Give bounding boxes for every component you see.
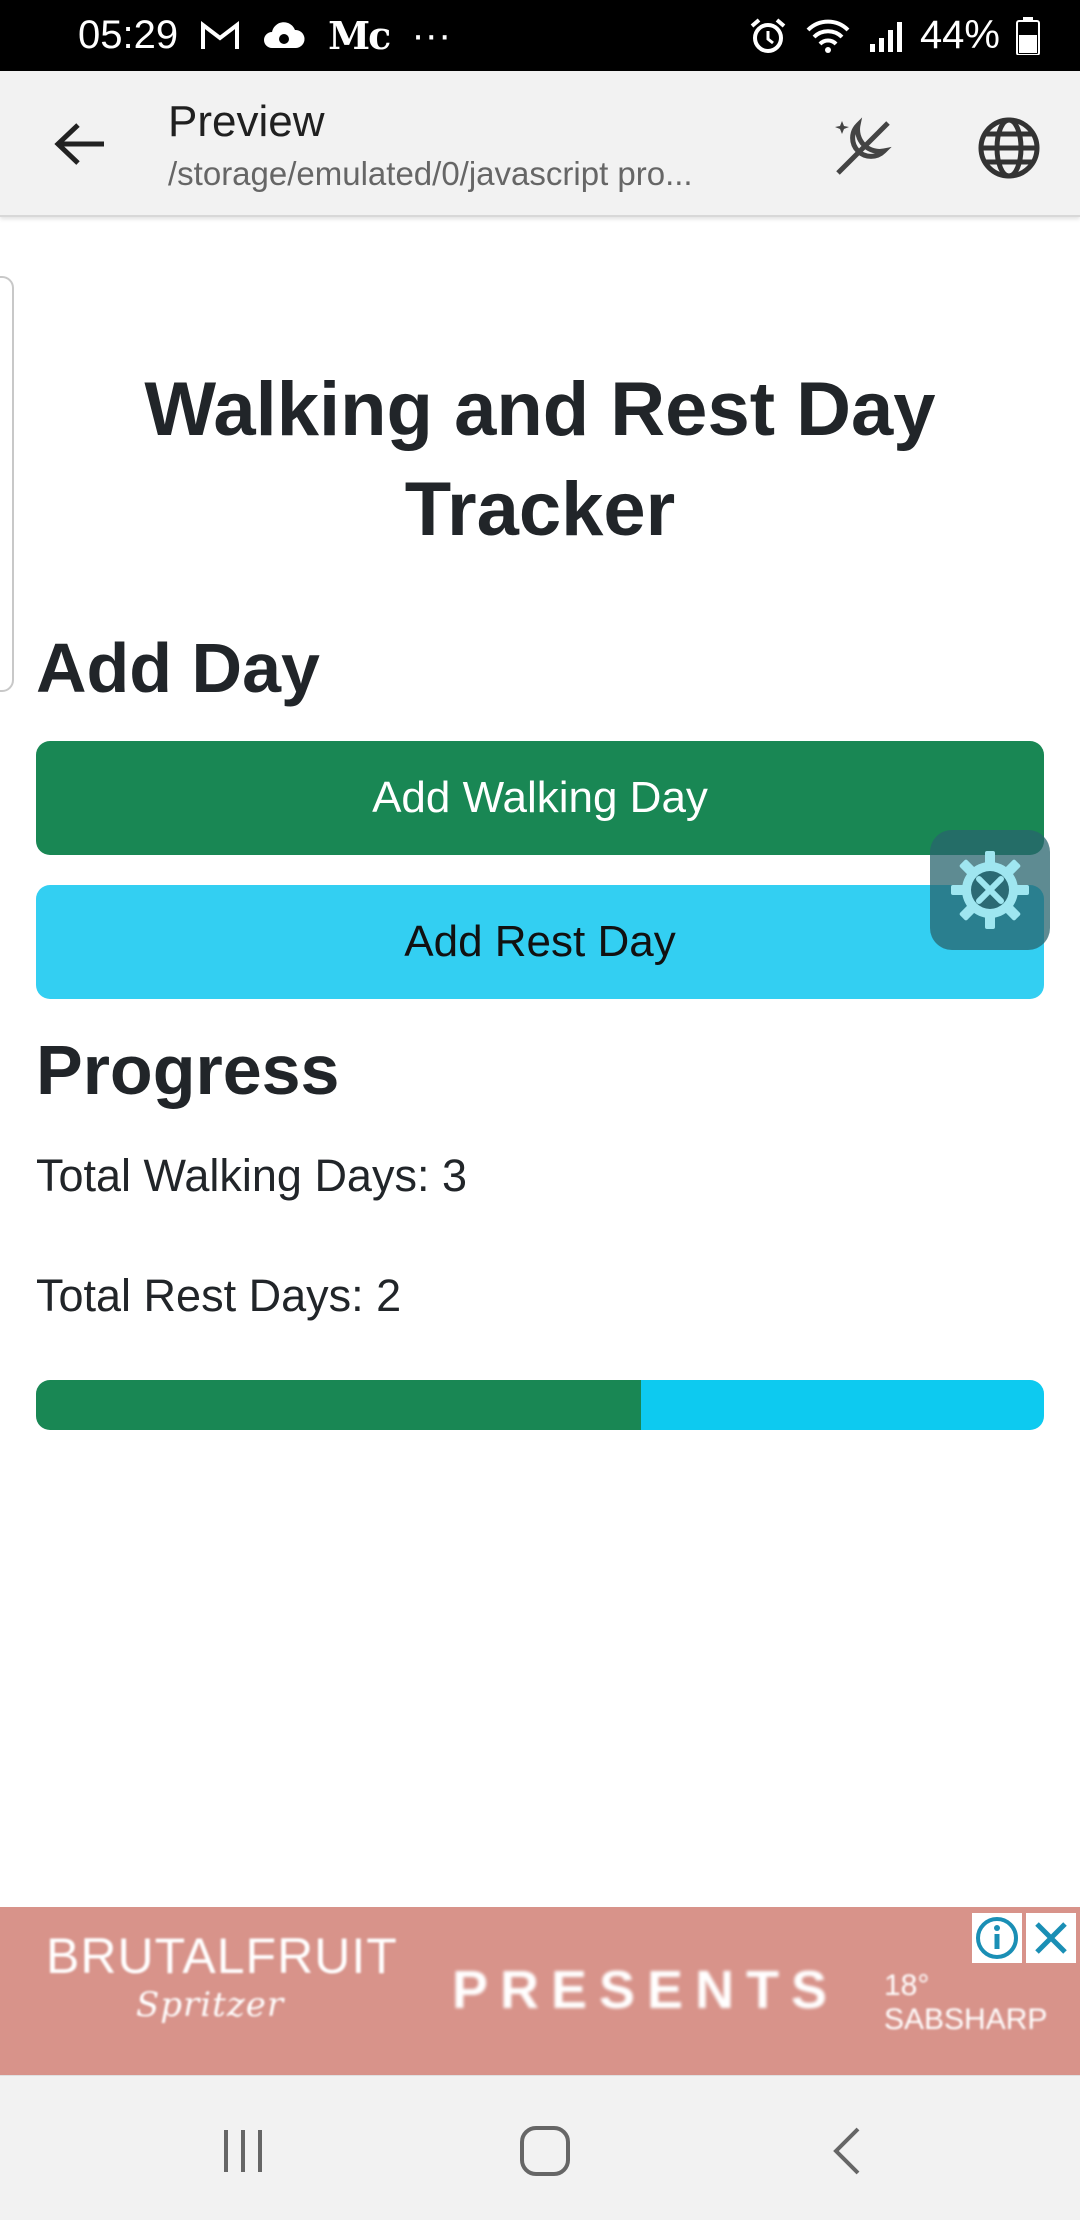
ad-close-button[interactable] bbox=[1026, 1913, 1076, 1963]
system-nav-bar bbox=[0, 2075, 1080, 2220]
ad-brand-logo: BRUTALFRUIT Spritzer bbox=[46, 1927, 398, 2025]
app-bar: Preview /storage/emulated/0/javascript p… bbox=[0, 71, 1080, 217]
back-button[interactable] bbox=[40, 111, 120, 177]
gmail-icon bbox=[200, 20, 240, 51]
add-day-heading: Add Day bbox=[36, 629, 320, 707]
alarm-icon bbox=[748, 16, 788, 56]
progress-rest-segment bbox=[640, 1380, 1044, 1430]
app-title: Preview bbox=[168, 97, 325, 146]
add-rest-day-button[interactable]: Add Rest Day bbox=[36, 885, 1044, 999]
recents-button[interactable] bbox=[198, 2106, 288, 2196]
ad-brand-text: BRUTALFRUIT bbox=[46, 1928, 398, 1984]
nav-back-button[interactable] bbox=[802, 2106, 892, 2196]
notification-app-label: Mc bbox=[328, 13, 391, 58]
progress-bar bbox=[36, 1380, 1044, 1430]
battery-icon bbox=[1016, 16, 1040, 55]
chevron-left-icon bbox=[833, 2127, 860, 2175]
ad-info-button[interactable] bbox=[972, 1913, 1022, 1963]
settings-tools-icon bbox=[951, 851, 1029, 929]
page-title: Walking and Rest Day Tracker bbox=[144, 367, 936, 552]
night-mode-icon bbox=[835, 117, 892, 175]
file-path: /storage/emulated/0/javascript pro... bbox=[168, 155, 693, 192]
total-rest-days: Total Rest Days: 2 bbox=[36, 1270, 402, 1321]
wifi-icon bbox=[804, 18, 852, 54]
progress-heading: Progress bbox=[36, 1031, 340, 1109]
arrow-left-icon bbox=[54, 123, 104, 165]
ad-sponsor-logo: 18° SABSHARP bbox=[884, 1969, 1048, 2036]
globe-icon bbox=[978, 117, 1040, 179]
cloud-sync-icon bbox=[262, 20, 306, 52]
floating-tools-button[interactable] bbox=[930, 830, 1050, 950]
ad-brand-subtext: Spritzer bbox=[136, 1985, 285, 2025]
signal-icon bbox=[868, 18, 904, 54]
progress-walking-segment bbox=[36, 1380, 641, 1430]
recents-icon bbox=[224, 2130, 262, 2172]
add-walking-day-button[interactable]: Add Walking Day bbox=[36, 741, 1044, 855]
close-icon bbox=[1035, 1922, 1067, 1954]
status-bar: 05:29 Mc ··· 44% bbox=[0, 0, 1080, 71]
language-button[interactable] bbox=[968, 107, 1050, 189]
battery-percent: 44% bbox=[919, 13, 1000, 57]
ad-banner[interactable]: BRUTALFRUIT Spritzer PRESENTS 18° SABSHA… bbox=[0, 1907, 1080, 2075]
info-icon bbox=[976, 1917, 1018, 1959]
edge-panel-handle[interactable] bbox=[0, 276, 14, 692]
more-notifications-icon: ··· bbox=[411, 13, 452, 57]
home-button[interactable] bbox=[500, 2106, 590, 2196]
total-walking-days: Total Walking Days: 3 bbox=[36, 1150, 467, 1201]
status-time: 05:29 bbox=[78, 13, 179, 57]
ad-headline: PRESENTS bbox=[452, 1960, 840, 2020]
home-icon bbox=[520, 2126, 570, 2176]
theme-toggle-button[interactable] bbox=[822, 107, 904, 189]
